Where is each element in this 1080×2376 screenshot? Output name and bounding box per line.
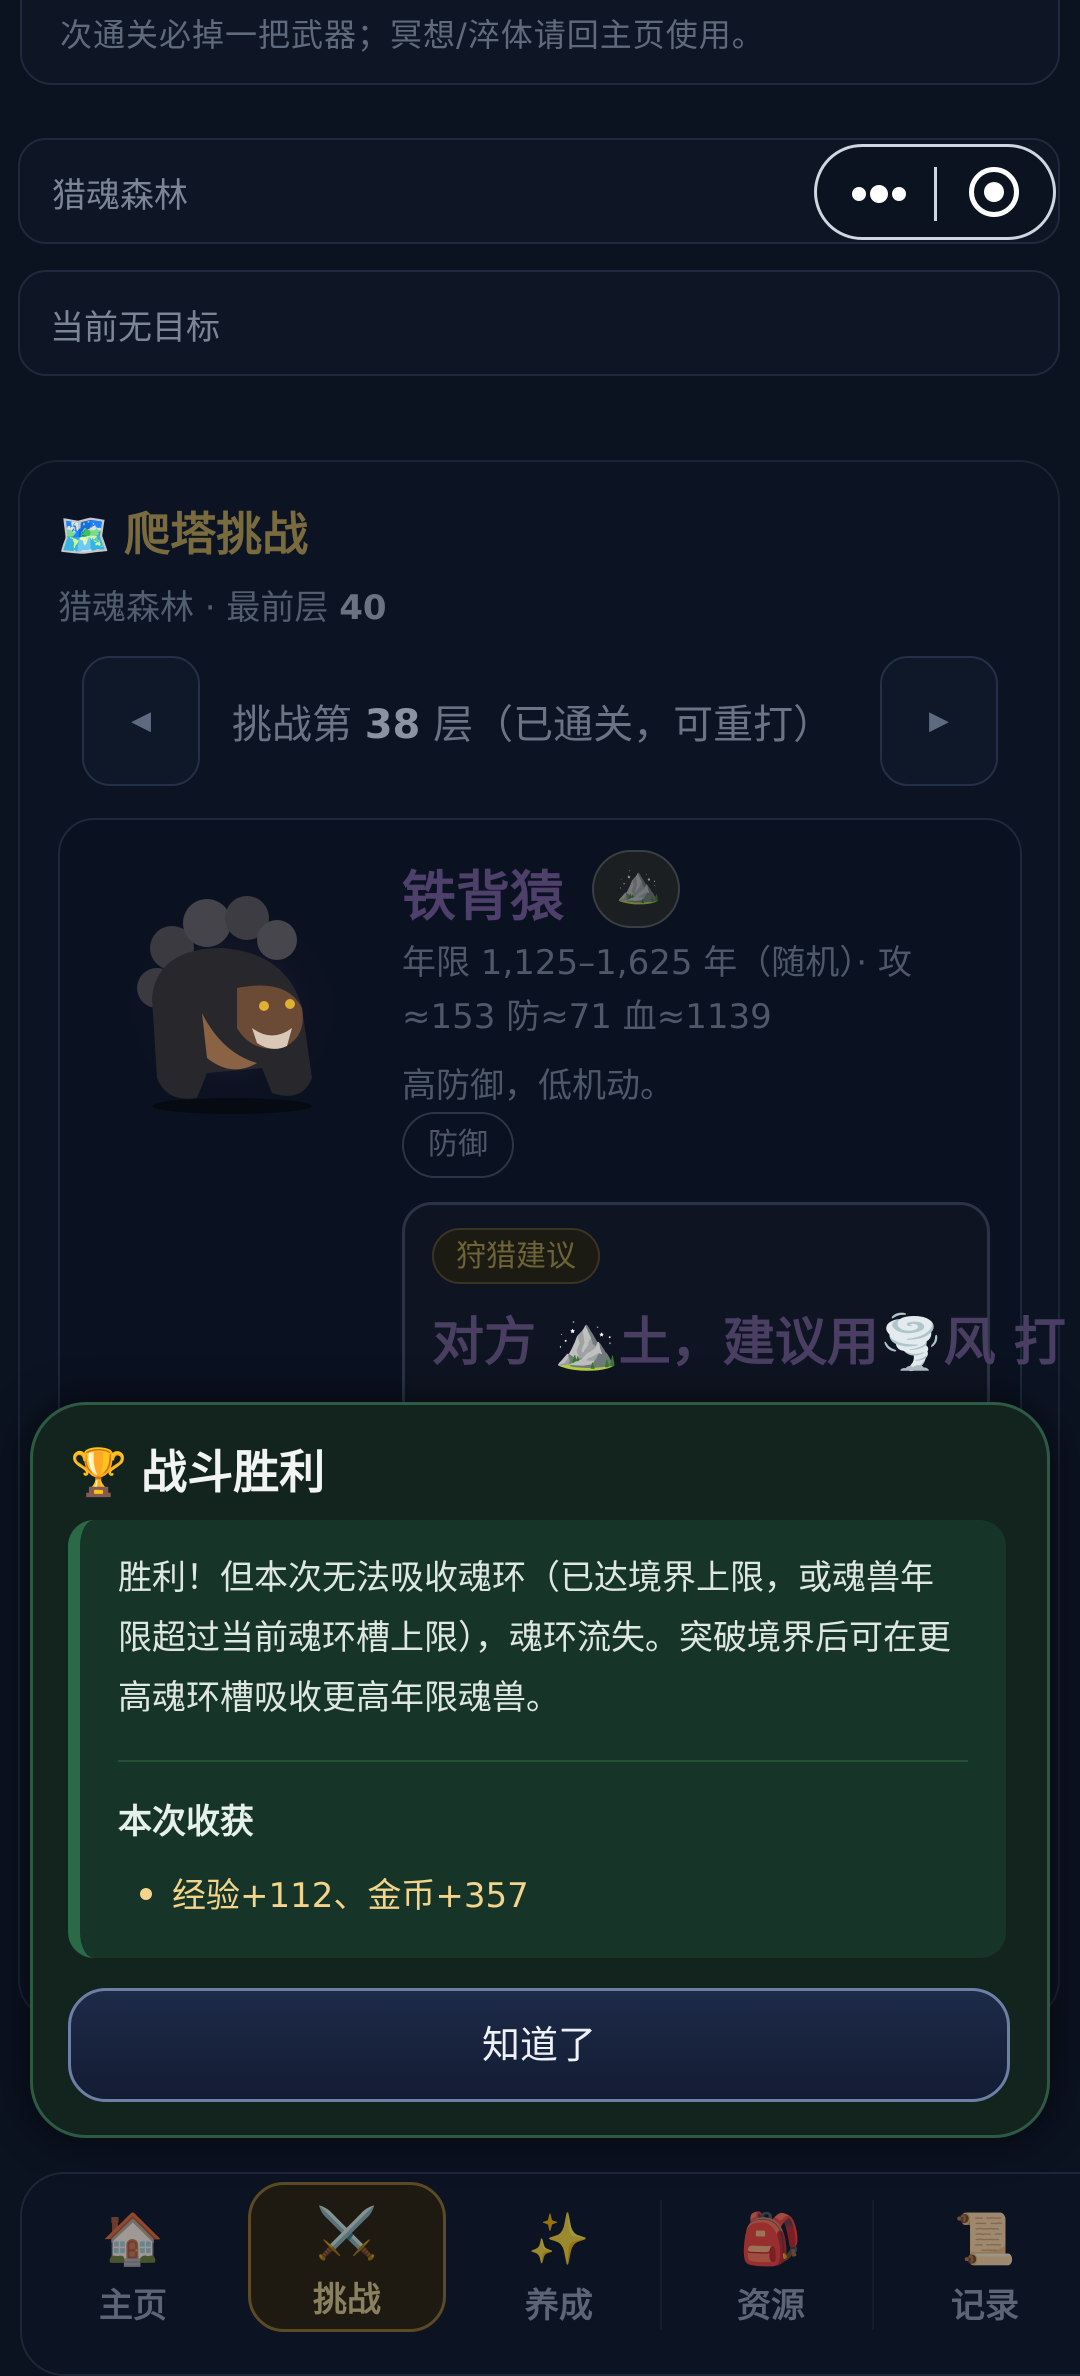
trophy-icon: 🏆 [70,1445,128,1499]
modal-title-text: 战斗胜利 [141,1445,326,1499]
gain-item-text: 经验+112、金币+357 [172,1876,529,1916]
nav-item-records[interactable]: 📜 记录 [890,2210,1080,2327]
chevron-left-icon: ◀ [131,706,151,736]
nav-item-resources[interactable]: 🎒 资源 [676,2210,866,2327]
notice-text: 次通关必掉一把武器；冥想/淬体请回主页使用。 [60,16,765,54]
mountain-icon: ⛰️ [616,865,661,906]
nav-item-home[interactable]: 🏠 主页 [38,2210,228,2327]
tower-title: 🗺️ 爬塔挑战 [58,498,308,564]
scroll-icon: 📜 [953,2210,1017,2268]
nav-label-challenge: 挑战 [313,2280,381,2320]
target-bar[interactable]: 当前无目标 [18,270,1060,376]
prev-floor-button[interactable]: ◀ [82,656,200,786]
tower-title-text: 爬塔挑战 [124,507,309,561]
nav-divider [872,2200,874,2330]
max-floor: 40 [339,588,387,628]
location-label: 猎魂森林 [52,176,188,216]
floor-prefix: 挑战第 [232,702,365,748]
notice-card: 次通关必掉一把武器；冥想/淬体请回主页使用。 [20,0,1060,85]
modal-title: 🏆 战斗胜利 [70,1436,325,1502]
more-dots-icon[interactable] [849,179,909,209]
nav-label-cultivate: 养成 [525,2286,593,2326]
gain-item: 经验+112、金币+357 [140,1868,529,1917]
map-icon: 🗺️ [58,511,111,560]
gain-title: 本次收获 [118,1802,254,1842]
swords-icon: ⚔️ [315,2204,379,2262]
backpack-icon: 🎒 [739,2210,803,2268]
acknowledge-button[interactable]: 知道了 [68,1988,1010,2102]
nav-label-home: 主页 [99,2286,167,2326]
chevron-right-icon: ▶ [929,706,949,736]
floor-suffix: 层（已通关，可重打） [420,702,834,748]
capsule-divider [934,167,937,221]
mini-program-capsule [814,144,1056,240]
hunting-hint-badge: 狩猎建议 [432,1228,600,1284]
nav-divider [660,2200,662,2330]
floor-label: 挑战第 38 层（已通关，可重打） [232,692,833,750]
result-message: 胜利！但本次无法吸收魂环（已达境界上限，或魂兽年限超过当前魂环槽上限），魂环流失… [118,1558,951,1718]
floor-number: 38 [364,702,421,748]
target-label: 当前无目标 [50,308,220,348]
tower-subtitle: 猎魂森林 · 最前层 40 [58,580,387,629]
beast-stats: 年限 1,125–1,625 年（随机）· 攻≈153 防≈71 血≈1139 [402,943,912,1037]
nav-label-resources: 资源 [737,2286,805,2326]
beast-name: 铁背猿 [402,865,564,928]
beast-portrait [112,878,352,1128]
nav-label-records: 记录 [951,2286,1019,2326]
next-floor-button[interactable]: ▶ [880,656,998,786]
home-icon: 🏠 [101,2210,165,2268]
element-badge: ⛰️ [592,850,680,928]
nav-item-cultivate[interactable]: ✨ 养成 [464,2210,654,2327]
result-divider [118,1760,968,1762]
nav-item-challenge[interactable]: ⚔️ 挑战 [252,2204,442,2321]
tower-subtitle-text: 猎魂森林 · 最前层 [58,588,340,628]
bullet-icon [140,1887,152,1900]
beast-description: 高防御，低机动。 [402,1066,674,1106]
target-icon[interactable] [969,167,1019,217]
hunting-hint-text: 对方 ⛰️土，建议用🌪️风 打 [432,1313,1066,1373]
beast-tag: 防御 [402,1112,514,1178]
sparkles-icon: ✨ [527,2210,591,2268]
